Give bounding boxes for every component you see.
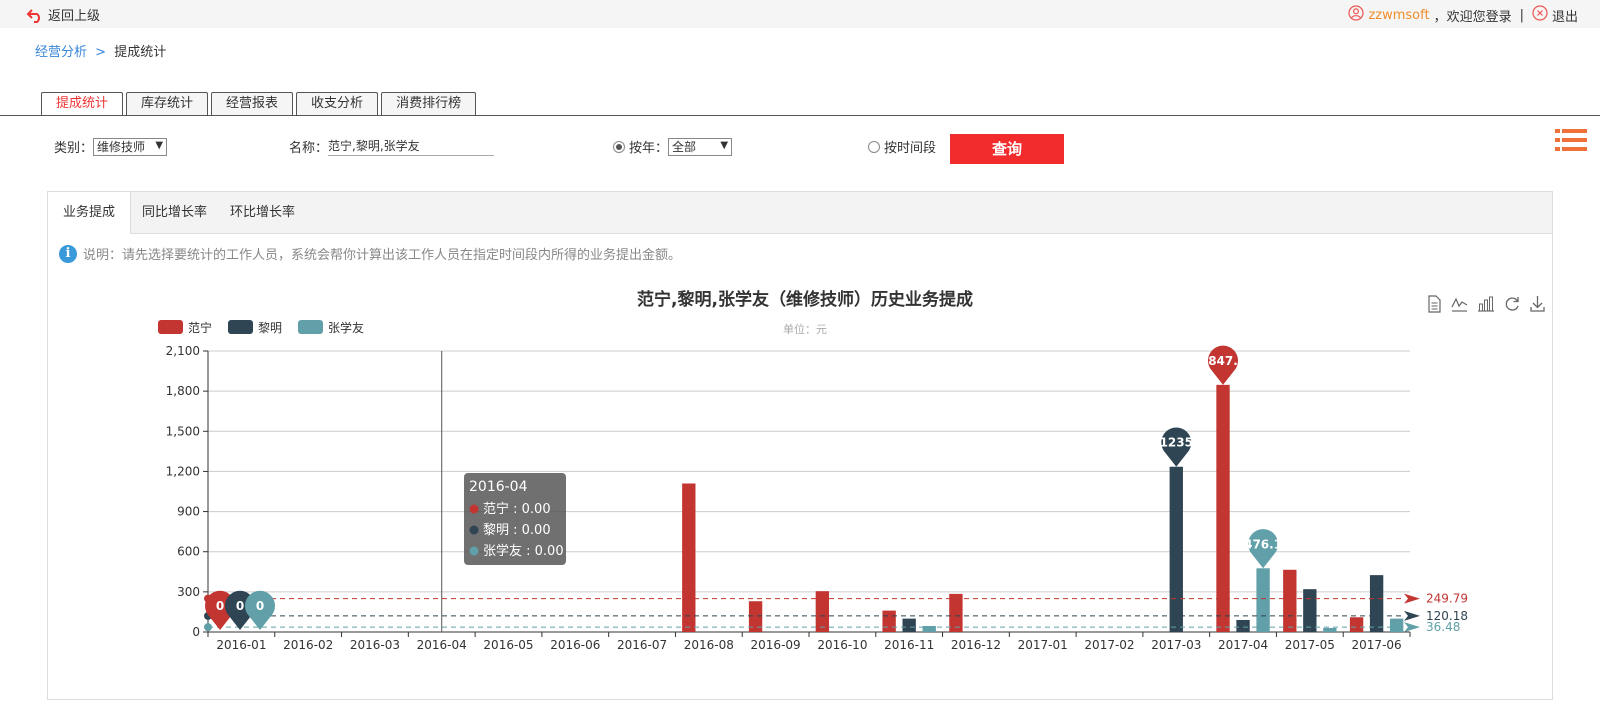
tooltip-row-2: 张学友 : 0.00	[483, 543, 564, 559]
x-tick-label: 2016-06	[550, 638, 600, 652]
max-pin-2-label: 476.1	[1244, 537, 1282, 551]
legend-label-2[interactable]: 张学友	[328, 320, 364, 335]
x-tick-label: 2017-06	[1352, 638, 1402, 652]
bar-1-16[interactable]	[1303, 589, 1317, 632]
bar-1-10[interactable]	[902, 618, 916, 632]
y-tick-label: 1,200	[166, 464, 200, 478]
restore-icon[interactable]	[1505, 297, 1519, 311]
x-tick-label: 2016-04	[417, 638, 467, 652]
chart-toolbox	[1428, 295, 1545, 313]
x-tick-label: 2016-03	[350, 638, 400, 652]
max-pin-1-label: 1235	[1160, 436, 1193, 450]
commission-chart: 范宁,黎明,张学友（维修技师）历史业务提成 单位：元 范宁 黎明 张学友 0 300 6…	[158, 289, 1545, 652]
x-tick-label: 2017-01	[1018, 638, 1068, 652]
chart-tooltip: 2016-04 范宁 : 0.00 黎明 : 0.00 张学友 : 0.00	[464, 473, 566, 565]
bar-1-14[interactable]	[1169, 466, 1183, 632]
y-tick-label: 0	[192, 625, 200, 639]
legend-label-1[interactable]: 黎明	[258, 321, 282, 335]
average-lines: 249.79120.1836.48	[204, 592, 1468, 634]
min-pin-0-label: 0	[216, 599, 224, 613]
chart-bars	[682, 384, 1404, 632]
y-tick-label: 1,800	[166, 384, 200, 398]
bar-0-15[interactable]	[1216, 384, 1230, 632]
y-tick-label: 300	[177, 585, 200, 599]
tooltip-title: 2016-04	[469, 479, 528, 495]
x-tick-label: 2016-12	[951, 638, 1001, 652]
x-tick-label: 2017-03	[1151, 638, 1201, 652]
save-image-icon[interactable]	[1530, 296, 1545, 312]
bar-2-16[interactable]	[1323, 627, 1337, 632]
data-view-icon[interactable]	[1428, 295, 1441, 313]
x-tick-label: 2016-02	[283, 638, 333, 652]
legend-label-0[interactable]: 范宁	[188, 320, 212, 335]
tooltip-swatch-1	[469, 525, 479, 535]
tooltip-row-0: 范宁 : 0.00	[483, 501, 551, 517]
line-switch-icon[interactable]	[1451, 297, 1468, 312]
bar-2-15[interactable]	[1256, 568, 1270, 632]
x-tick-label: 2016-09	[751, 638, 801, 652]
x-tick-label: 2017-02	[1084, 638, 1134, 652]
bar-2-17[interactable]	[1389, 618, 1404, 632]
bar-switch-icon[interactable]	[1478, 296, 1494, 312]
tooltip-swatch-0	[469, 504, 479, 514]
min-pin-1-label: 0	[236, 599, 244, 613]
x-tick-label: 2016-10	[817, 638, 867, 652]
mark-pins: 847.1235476.10 0 0	[205, 345, 1282, 630]
bar-0-7[interactable]	[682, 483, 696, 632]
average-label-2: 36.48	[1426, 620, 1460, 634]
bar-0-11[interactable]	[949, 593, 963, 632]
average-arrow-0	[1404, 593, 1420, 604]
chart-legend: 范宁 黎明 张学友	[158, 320, 364, 335]
y-tick-label: 900	[177, 505, 200, 519]
x-tick-label: 2017-04	[1218, 638, 1268, 652]
chart-subtitle: 单位：元	[783, 322, 827, 336]
legend-swatch-2[interactable]	[298, 320, 323, 334]
bar-0-10[interactable]	[882, 610, 896, 632]
bar-0-17[interactable]	[1349, 617, 1364, 632]
average-label-0: 249.79	[1426, 592, 1468, 606]
bar-1-15[interactable]	[1236, 619, 1250, 632]
bar-0-16[interactable]	[1283, 569, 1297, 632]
x-tick-label: 2016-05	[483, 638, 533, 652]
y-tick-label: 600	[177, 545, 200, 559]
y-tick-label: 1,500	[166, 424, 200, 438]
chart-title: 范宁,黎明,张学友（维修技师）历史业务提成	[637, 289, 973, 310]
legend-swatch-0[interactable]	[158, 320, 183, 334]
min-pin-2-label: 0	[256, 599, 264, 613]
x-tick-label: 2016-07	[617, 638, 667, 652]
average-arrow-2	[1404, 622, 1420, 633]
max-pin-0-label: 847.	[1208, 354, 1238, 368]
tooltip-row-1: 黎明 : 0.00	[483, 523, 551, 538]
bar-0-9[interactable]	[815, 591, 830, 632]
y-tick-label: 2,100	[166, 344, 200, 358]
bar-1-17[interactable]	[1369, 575, 1384, 632]
x-tick-label: 2016-11	[884, 638, 934, 652]
tooltip-swatch-2	[469, 546, 479, 556]
x-tick-label: 2016-01	[216, 638, 266, 652]
x-tick-label: 2016-08	[684, 638, 734, 652]
x-tick-label: 2017-05	[1285, 638, 1335, 652]
average-arrow-1	[1404, 610, 1420, 621]
legend-swatch-1[interactable]	[228, 320, 253, 334]
